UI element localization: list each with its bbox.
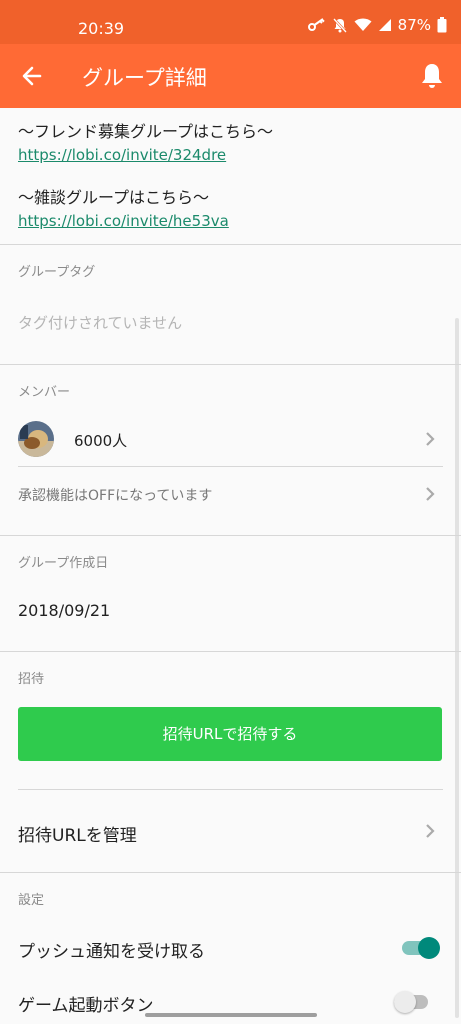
- tags-section-label: グループタグ: [18, 265, 96, 280]
- push-notification-label: プッシュ通知を受け取る: [18, 942, 205, 962]
- divider: [0, 535, 461, 536]
- gesture-navigation-bar[interactable]: [145, 1013, 317, 1017]
- member-count: 6000人: [74, 432, 128, 450]
- game-launch-toggle[interactable]: [394, 991, 432, 1013]
- chevron-right-icon: [426, 432, 435, 446]
- wifi-icon: [354, 18, 372, 31]
- settings-section-label: 設定: [18, 893, 45, 908]
- app-bar: グループ詳細: [0, 44, 461, 108]
- game-launch-row: ゲーム起動ボタン: [0, 979, 461, 1024]
- friend-group-heading: 〜フレンド募集グループはこちら〜: [18, 122, 274, 141]
- avatar: [18, 421, 54, 457]
- game-launch-label: ゲーム起動ボタン: [18, 996, 154, 1016]
- member-count-row[interactable]: 6000人: [0, 412, 461, 466]
- push-notification-toggle[interactable]: [402, 937, 440, 959]
- invite-url-button[interactable]: 招待URLで招待する: [18, 707, 442, 761]
- key-icon: [307, 18, 325, 31]
- signal-icon: [378, 19, 391, 31]
- status-bar: 20:39 87%: [0, 0, 461, 44]
- chevron-right-icon: [426, 824, 435, 838]
- invite-section-label: 招待: [18, 672, 45, 687]
- divider: [0, 872, 461, 873]
- status-icons: 87%: [307, 16, 447, 34]
- status-time: 20:39: [78, 19, 125, 38]
- approval-status-text: 承認機能はOFFになっています: [18, 488, 213, 504]
- created-date: 2018/09/21: [18, 601, 111, 620]
- battery-icon: [437, 17, 447, 33]
- push-notification-row: プッシュ通知を受け取る: [0, 915, 461, 979]
- group-description: 〜フレンド募集グループはこちら〜 https://lobi.co/invite/…: [0, 108, 461, 241]
- page-title: グループ詳細: [82, 66, 207, 90]
- chevron-right-icon: [426, 487, 435, 501]
- created-section-label: グループ作成日: [18, 556, 109, 571]
- mute-bell-icon: [332, 18, 347, 33]
- approval-status-row[interactable]: 承認機能はOFFになっています: [0, 467, 461, 521]
- chat-group-heading: 〜雑談グループはこちら〜: [18, 188, 210, 207]
- divider: [0, 244, 461, 245]
- divider: [0, 364, 461, 365]
- group-detail-content: 〜フレンド募集グループはこちら〜 https://lobi.co/invite/…: [0, 108, 461, 241]
- chat-group-link[interactable]: https://lobi.co/invite/he53va: [18, 212, 443, 230]
- manage-invite-url-row[interactable]: 招待URLを管理: [0, 790, 461, 872]
- tags-empty-text: タグ付けされていません: [18, 314, 183, 332]
- notification-bell-icon[interactable]: [419, 62, 445, 90]
- back-arrow-icon[interactable]: [20, 64, 44, 88]
- members-section-label: メンバー: [18, 385, 71, 400]
- divider: [0, 651, 461, 652]
- friend-group-link[interactable]: https://lobi.co/invite/324dre: [18, 146, 443, 164]
- battery-percent: 87%: [397, 16, 431, 34]
- manage-invite-url-label: 招待URLを管理: [18, 826, 137, 846]
